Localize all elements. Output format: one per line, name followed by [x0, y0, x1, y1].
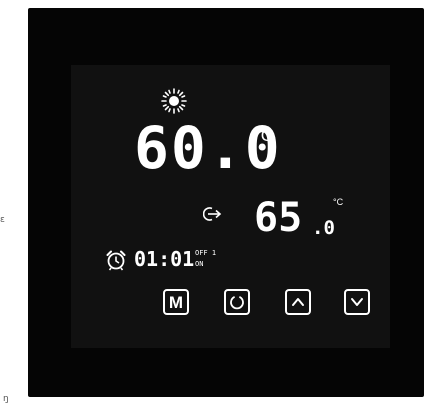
set-temperature-unit: °C — [333, 197, 344, 207]
mode-button-label: M — [168, 292, 184, 312]
clock-time: 01:01 — [134, 247, 195, 271]
temperature-up-button[interactable] — [285, 289, 311, 315]
set-temperature-decimal: .0 — [312, 217, 335, 239]
chevron-down-icon — [351, 298, 363, 306]
chevron-up-icon — [292, 298, 304, 306]
alarm-clock-icon — [106, 250, 126, 271]
set-temperature: 65 — [254, 195, 303, 241]
current-temperature-unit: °C — [254, 126, 274, 145]
mode-button[interactable]: M — [163, 289, 189, 315]
sun-icon — [161, 88, 187, 114]
timer-off-label: OFF 1 — [195, 249, 217, 257]
page-margin-char-bottom: ŋ — [3, 394, 9, 404]
arrow-in-icon — [203, 207, 222, 221]
power-icon — [230, 296, 244, 310]
temperature-down-button[interactable] — [344, 289, 370, 315]
timer-on-label: ON — [195, 260, 204, 268]
power-button[interactable] — [224, 289, 250, 315]
page-margin-char-left: ε — [0, 215, 5, 225]
